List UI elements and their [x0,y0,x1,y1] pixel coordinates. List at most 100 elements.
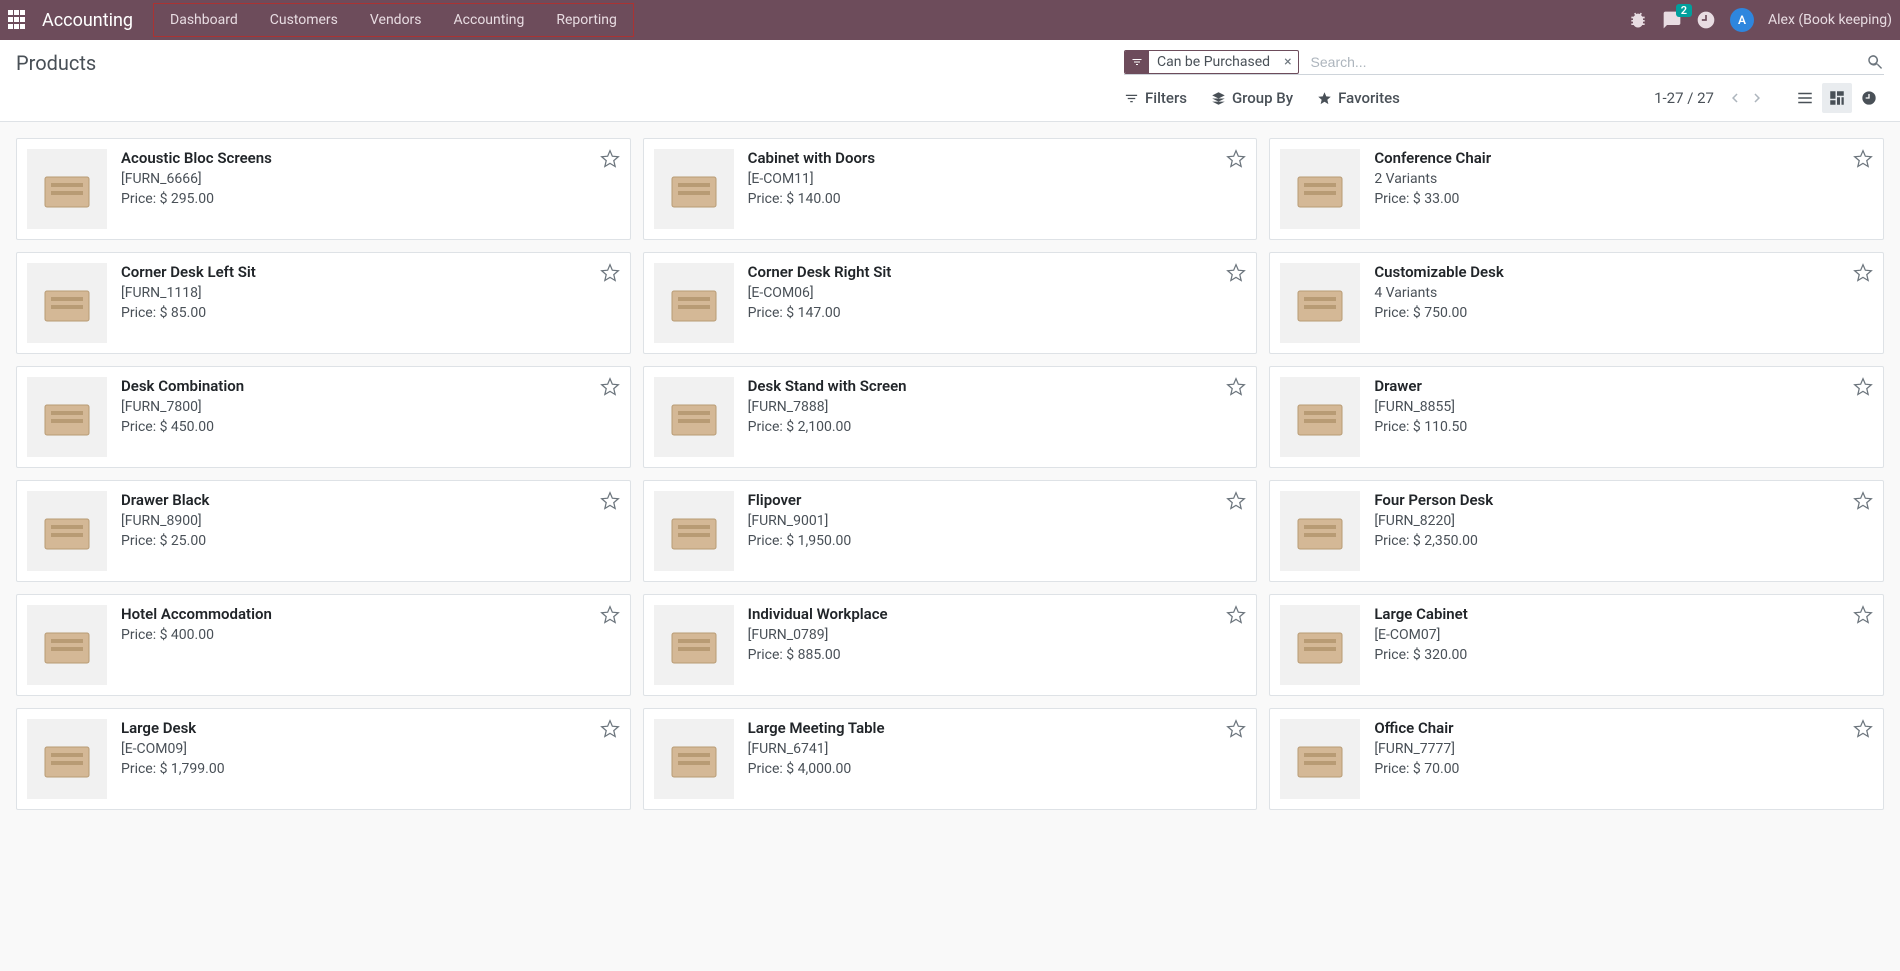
menu-vendors[interactable]: Vendors [354,4,438,36]
star-icon[interactable] [1853,719,1873,739]
product-body: Desk Stand with Screen [FURN_7888] Price… [748,377,1247,457]
search-options: Filters Group By Favorites 1-27 / 27 [1124,83,1884,113]
product-image [27,719,107,799]
app-brand[interactable]: Accounting [42,10,133,31]
product-card[interactable]: Acoustic Bloc Screens [FURN_6666] Price:… [16,138,631,240]
bug-icon[interactable] [1628,10,1648,30]
product-body: Office Chair [FURN_7777] Price: $ 70.00 [1374,719,1873,799]
menu-dashboard[interactable]: Dashboard [154,4,254,36]
list-view-button[interactable] [1790,83,1820,113]
product-kanban: Acoustic Bloc Screens [FURN_6666] Price:… [0,122,1900,826]
star-icon[interactable] [1853,263,1873,283]
product-card[interactable]: Drawer Black [FURN_8900] Price: $ 25.00 [16,480,631,582]
star-icon[interactable] [1226,149,1246,169]
star-icon[interactable] [600,149,620,169]
product-ref: 2 Variants [1374,171,1873,187]
product-ref: [FURN_8220] [1374,513,1873,529]
avatar[interactable]: A [1730,8,1754,32]
product-body: Flipover [FURN_9001] Price: $ 1,950.00 [748,491,1247,571]
product-card[interactable]: Flipover [FURN_9001] Price: $ 1,950.00 [643,480,1258,582]
star-icon[interactable] [1853,149,1873,169]
activity-icon[interactable] [1696,10,1716,30]
top-navbar: Accounting Dashboard Customers Vendors A… [0,0,1900,40]
product-image [654,149,734,229]
product-card[interactable]: Desk Combination [FURN_7800] Price: $ 45… [16,366,631,468]
product-price: Price: $ 140.00 [748,191,1247,207]
product-name: Desk Stand with Screen [748,377,1247,395]
search-container: Can be Purchased × [1124,50,1884,75]
product-ref: [E-COM06] [748,285,1247,301]
menu-accounting[interactable]: Accounting [438,4,541,36]
star-icon[interactable] [1226,377,1246,397]
product-card[interactable]: Office Chair [FURN_7777] Price: $ 70.00 [1269,708,1884,810]
product-ref: [FURN_6666] [121,171,620,187]
star-icon[interactable] [600,377,620,397]
product-card[interactable]: Conference Chair 2 Variants Price: $ 33.… [1269,138,1884,240]
product-body: Desk Combination [FURN_7800] Price: $ 45… [121,377,620,457]
product-card[interactable]: Cabinet with Doors [E-COM11] Price: $ 14… [643,138,1258,240]
kanban-view-button[interactable] [1822,83,1852,113]
star-icon[interactable] [1853,605,1873,625]
user-name[interactable]: Alex (Book keeping) [1768,12,1892,28]
product-card[interactable]: Four Person Desk [FURN_8220] Price: $ 2,… [1269,480,1884,582]
facet-remove[interactable]: × [1278,54,1297,70]
favorites-button[interactable]: Favorites [1317,83,1400,113]
apps-icon[interactable] [8,10,28,30]
product-image [1280,719,1360,799]
product-price: Price: $ 885.00 [748,647,1247,663]
search-icon[interactable] [1866,53,1884,71]
product-price: Price: $ 33.00 [1374,191,1873,207]
star-icon[interactable] [1226,491,1246,511]
star-icon[interactable] [1226,263,1246,283]
product-card[interactable]: Drawer [FURN_8855] Price: $ 110.50 [1269,366,1884,468]
product-image [1280,491,1360,571]
product-name: Drawer [1374,377,1873,395]
product-body: Large Desk [E-COM09] Price: $ 1,799.00 [121,719,620,799]
product-image [654,491,734,571]
menu-customers[interactable]: Customers [254,4,354,36]
product-price: Price: $ 400.00 [121,627,620,643]
activity-view-button[interactable] [1854,83,1884,113]
product-card[interactable]: Large Cabinet [E-COM07] Price: $ 320.00 [1269,594,1884,696]
star-icon[interactable] [1226,605,1246,625]
product-ref: [FURN_1118] [121,285,620,301]
product-name: Corner Desk Right Sit [748,263,1247,281]
product-card[interactable]: Corner Desk Right Sit [E-COM06] Price: $… [643,252,1258,354]
product-card[interactable]: Corner Desk Left Sit [FURN_1118] Price: … [16,252,631,354]
search-input[interactable] [1307,50,1858,74]
product-price: Price: $ 85.00 [121,305,620,321]
product-name: Cabinet with Doors [748,149,1247,167]
star-icon[interactable] [600,605,620,625]
product-card[interactable]: Large Desk [E-COM09] Price: $ 1,799.00 [16,708,631,810]
product-card[interactable]: Individual Workplace [FURN_0789] Price: … [643,594,1258,696]
product-body: Large Meeting Table [FURN_6741] Price: $… [748,719,1247,799]
product-price: Price: $ 2,100.00 [748,419,1247,435]
product-price: Price: $ 1,799.00 [121,761,620,777]
product-ref: [FURN_8900] [121,513,620,529]
menu-reporting[interactable]: Reporting [540,4,633,36]
product-price: Price: $ 295.00 [121,191,620,207]
product-card[interactable]: Customizable Desk 4 Variants Price: $ 75… [1269,252,1884,354]
product-name: Conference Chair [1374,149,1873,167]
star-icon[interactable] [600,719,620,739]
product-price: Price: $ 2,350.00 [1374,533,1873,549]
product-name: Office Chair [1374,719,1873,737]
product-card[interactable]: Hotel Accommodation Price: $ 400.00 [16,594,631,696]
pager-next-icon[interactable] [1748,89,1766,107]
filters-button[interactable]: Filters [1124,83,1187,113]
product-card[interactable]: Desk Stand with Screen [FURN_7888] Price… [643,366,1258,468]
groupby-button[interactable]: Group By [1211,83,1293,113]
product-name: Drawer Black [121,491,620,509]
star-icon[interactable] [1853,491,1873,511]
conversations-button[interactable]: 2 [1662,10,1682,30]
star-icon[interactable] [1853,377,1873,397]
product-image [654,719,734,799]
favorites-label: Favorites [1338,89,1400,107]
pager-prev-icon[interactable] [1726,89,1744,107]
product-image [27,263,107,343]
product-card[interactable]: Large Meeting Table [FURN_6741] Price: $… [643,708,1258,810]
product-body: Individual Workplace [FURN_0789] Price: … [748,605,1247,685]
star-icon[interactable] [1226,719,1246,739]
star-icon[interactable] [600,263,620,283]
star-icon[interactable] [600,491,620,511]
